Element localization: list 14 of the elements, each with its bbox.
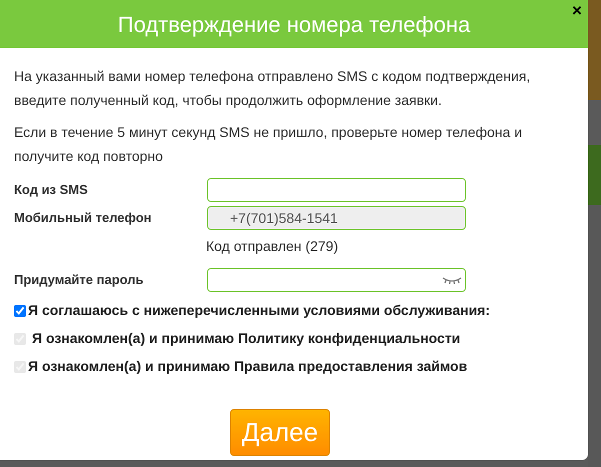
agreement-label: Я ознакомлен(а) и принимаю Политику конфиденциальности [32,329,460,348]
field-label: Код из SMS [14,181,89,199]
input-field[interactable] [207,178,466,202]
field-label: Придумайте пароль [14,271,145,289]
agreement-label: Я ознакомлен(а) и принимаю Правила предоставления займов [28,357,468,376]
checkbox[interactable] [14,304,26,316]
agreement-label: Я соглашаюсь с нижеперечисленными условиями обслуживания: [28,301,490,320]
field-label: Мобильный телефон [14,209,153,227]
close-button[interactable]: × [570,2,584,19]
eye-closed-icon[interactable] [442,276,462,284]
status-text: Код отправлен (279) [206,237,340,256]
info-text: Если в течение 5 минут секунд SMS не пришло, проверьте номер телефона и получите код повторно [14,123,524,166]
info-text: На указанный вами номер телефона отправлено SMS с кодом подтверждения, введите полученный код, чтобы продолжить оформление заявки. [14,67,532,110]
password-field[interactable] [207,268,466,292]
